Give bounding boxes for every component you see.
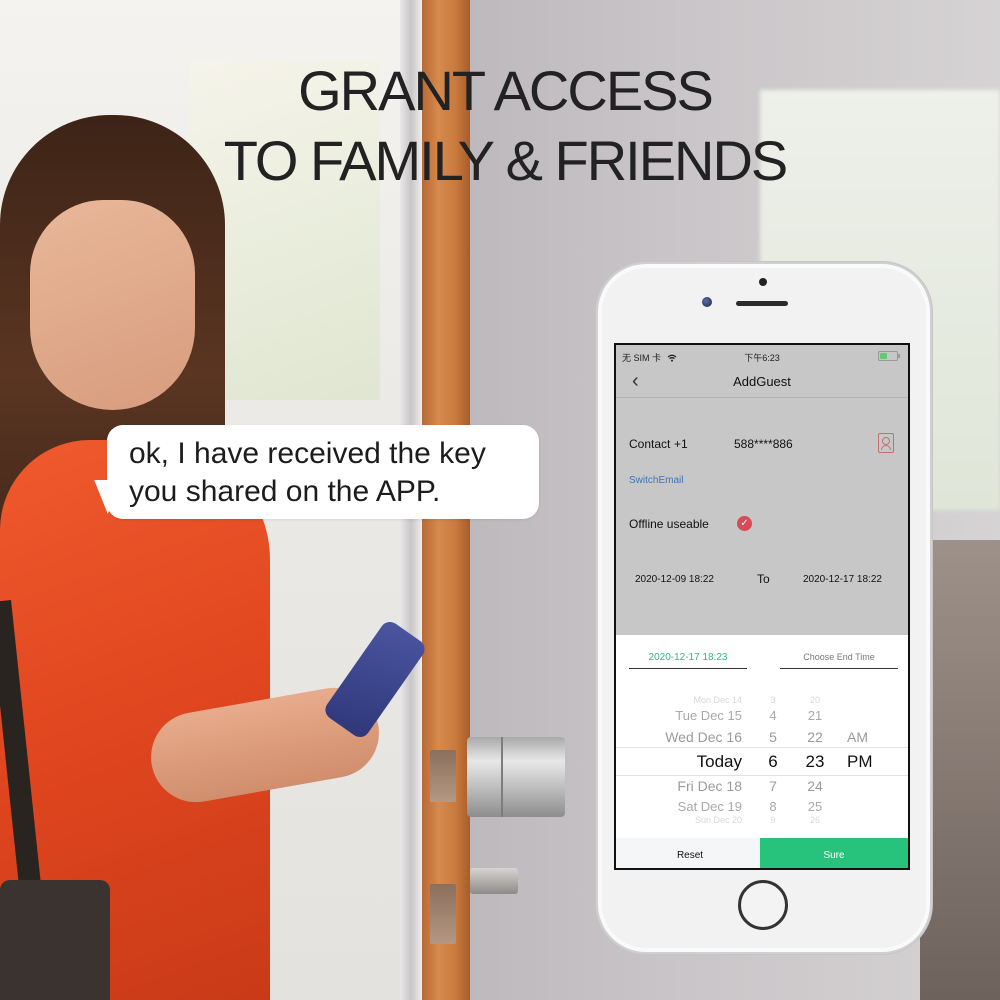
wheel-hour: 8 <box>769 799 777 814</box>
smart-lock-cylinder <box>467 737 565 817</box>
wheel-ampm: AM <box>847 729 868 745</box>
wheel-minute: 21 <box>807 708 823 723</box>
to-label: To <box>757 572 770 586</box>
reset-button[interactable]: Reset <box>616 838 764 868</box>
wheel-row[interactable]: Fri Dec 18 7 24 <box>616 778 908 798</box>
wheel-row[interactable]: Tue Dec 15 4 21 <box>616 708 908 728</box>
wheel-hour-selected: 6 <box>768 752 778 771</box>
wheel-minute: 22 <box>807 729 823 745</box>
picker-tab-start-time[interactable]: 2020-12-17 18:23 <box>629 652 747 669</box>
wheel-minute: 25 <box>807 799 823 814</box>
lower-strike-plate <box>430 884 456 944</box>
wheel-hour: 9 <box>770 815 776 825</box>
headline-line-1: GRANT ACCESS <box>298 59 714 122</box>
wheel-day: Sun Dec 20 <box>694 815 742 825</box>
earpiece-speaker <box>736 301 788 306</box>
app-screen: 无 SIM 卡 下午6:23 ‹ AddGuest Contact +1 588… <box>614 343 910 870</box>
end-date-field[interactable]: 2020-12-17 18:22 <box>803 574 882 585</box>
contact-book-icon[interactable] <box>878 433 894 453</box>
nav-bar: ‹ AddGuest <box>616 367 908 398</box>
wheel-day: Sat Dec 19 <box>677 799 742 814</box>
offline-checkbox-checked-icon[interactable]: ✓ <box>737 516 752 531</box>
sure-button[interactable]: Sure <box>760 838 908 868</box>
picker-tab-end-time[interactable]: Choose End Time <box>780 652 898 669</box>
front-camera-icon <box>702 297 712 307</box>
shoulder-bag <box>0 880 110 1000</box>
switch-email-link[interactable]: SwitchEmail <box>629 475 683 486</box>
status-time: 下午6:23 <box>744 353 780 363</box>
wheel-row-selected[interactable]: Today 6 23 PM <box>616 752 908 772</box>
status-bar: 无 SIM 卡 下午6:23 <box>616 345 908 367</box>
datetime-picker-sheet: 2020-12-17 18:23 Choose End Time Mon Dec… <box>616 635 908 868</box>
wheel-minute: 26 <box>809 815 820 825</box>
wheel-minute-selected: 23 <box>805 752 825 771</box>
datetime-wheel[interactable]: Mon Dec 14 3 20 Tue Dec 15 4 21 Wed Dec … <box>616 691 908 825</box>
wheel-day: Fri Dec 18 <box>677 778 742 794</box>
wheel-hour: 5 <box>769 729 777 745</box>
lock-strike-plate <box>430 750 456 802</box>
wheel-day: Wed Dec 16 <box>665 729 742 745</box>
wheel-day-selected: Today <box>696 752 742 771</box>
wheel-hour: 3 <box>770 695 776 705</box>
page-title: AddGuest <box>733 374 791 389</box>
wheel-day: Mon Dec 14 <box>693 695 742 705</box>
proximity-sensor <box>759 278 767 286</box>
wheel-day: Tue Dec 15 <box>675 708 742 723</box>
floor-shadow <box>920 540 1000 1000</box>
offline-useable-label: Offline useable <box>629 517 709 531</box>
wheel-row[interactable]: Wed Dec 16 5 22 AM <box>616 729 908 749</box>
wheel-hour: 7 <box>769 778 777 794</box>
speech-bubble: ok, I have received the key you shared o… <box>107 425 539 519</box>
wheel-ampm-selected: PM <box>847 752 873 771</box>
speech-line-2: you shared on the APP. <box>129 475 441 508</box>
wheel-minute: 24 <box>807 778 823 794</box>
headline-line-2: TO FAMILY & FRIENDS <box>223 129 789 192</box>
start-date-field[interactable]: 2020-12-09 18:22 <box>635 574 714 585</box>
contact-label: Contact <box>629 437 671 451</box>
door-handle <box>470 868 518 894</box>
wheel-row[interactable]: Sun Dec 20 9 26 <box>616 815 908 835</box>
wheel-minute: 20 <box>809 695 820 705</box>
country-code-selector[interactable]: +1 <box>674 437 688 451</box>
wheel-hour: 4 <box>769 708 777 723</box>
home-button[interactable] <box>738 880 788 930</box>
battery-icon <box>878 351 900 361</box>
speech-line-1: ok, I have received the key <box>129 437 486 470</box>
contact-phone-input[interactable]: 588****886 <box>734 437 793 451</box>
speech-bubble-text: ok, I have received the key you shared o… <box>129 435 486 511</box>
woman-face <box>30 200 195 410</box>
